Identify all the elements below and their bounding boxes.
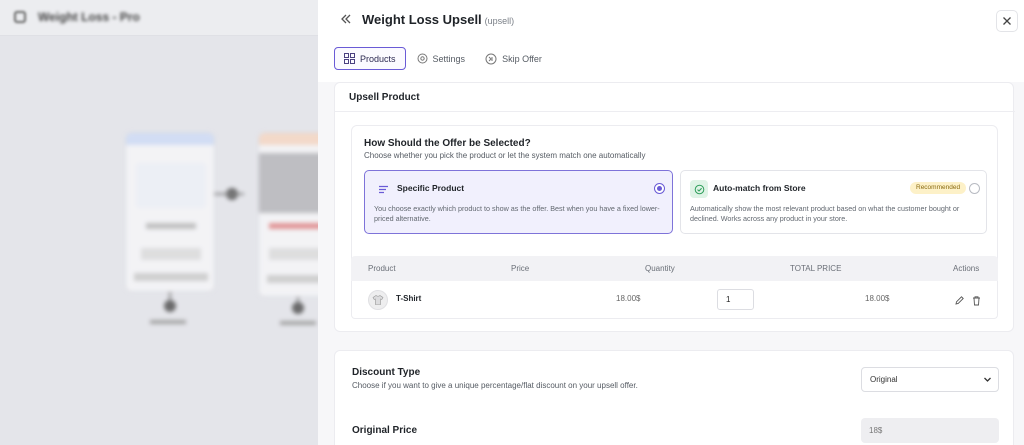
panel-title-text: Weight Loss Upsell	[362, 12, 482, 27]
tshirt-icon	[372, 295, 384, 305]
product-total-price: 18.00$	[865, 294, 890, 303]
option-specific-product-description: You choose exactly which product to show…	[374, 204, 660, 223]
column-price: Price	[511, 264, 530, 273]
option-auto-match-radio[interactable]	[969, 183, 980, 194]
panel-tabs: Products Settings Skip Offer	[334, 47, 553, 71]
column-actions: Actions	[953, 264, 980, 273]
table-row: T-Shirt 18.00$ 1 18.00$	[351, 281, 998, 319]
recommended-badge: Recommended	[910, 182, 967, 194]
product-name: T-Shirt	[396, 294, 422, 303]
skip-icon	[485, 53, 497, 64]
option-auto-match-description: Automatically show the most relevant pro…	[690, 204, 960, 223]
offer-editor-panel: Weight Loss Upsell (upsell) Products Sett…	[318, 0, 1024, 445]
pencil-icon	[955, 296, 964, 305]
upsell-product-title: Upsell Product	[349, 92, 420, 103]
discount-card: Discount Type Choose if you want to give…	[334, 350, 1014, 445]
discount-type-value: Original	[870, 375, 898, 384]
canvas-back-icon	[14, 11, 26, 23]
option-specific-product-radio[interactable]	[654, 183, 665, 194]
trash-icon	[973, 296, 980, 306]
panel-title: Weight Loss Upsell (upsell)	[362, 12, 514, 27]
column-product: Product	[368, 264, 396, 273]
grid-icon	[344, 53, 355, 64]
tab-products-label: Products	[360, 53, 396, 64]
upsell-product-card: Upsell Product How Should the Offer be S…	[334, 82, 1015, 332]
workflow-canvas-background: Weight Loss - Pro	[0, 0, 318, 445]
quantity-input[interactable]: 1	[717, 289, 754, 310]
workflow-node	[125, 132, 215, 292]
option-specific-product[interactable]: Specific Product You choose exactly whic…	[364, 170, 673, 234]
product-price: 18.00$	[616, 294, 641, 303]
double-chevron-left-icon	[341, 14, 351, 24]
discount-type-select[interactable]: Original	[861, 367, 999, 392]
canvas-title: Weight Loss - Pro	[38, 10, 140, 24]
canvas-topbar: Weight Loss - Pro	[0, 0, 318, 36]
column-total-price: TOTAL PRICE	[790, 264, 842, 273]
chevron-down-icon	[984, 377, 991, 382]
tab-skip-offer[interactable]: Skip Offer	[476, 47, 551, 70]
discount-type-label: Discount Type	[352, 367, 421, 378]
option-specific-product-title: Specific Product	[397, 183, 465, 193]
tab-settings-label: Settings	[432, 53, 466, 64]
original-price-field: 18$	[861, 418, 999, 443]
check-circle-icon	[690, 180, 708, 198]
original-price-label: Original Price	[352, 425, 418, 436]
tab-products[interactable]: Products	[334, 47, 406, 70]
panel-type-tag: (upsell)	[484, 16, 515, 26]
delete-product-button[interactable]	[971, 293, 983, 306]
option-auto-match[interactable]: Auto-match from Store Recommended Automa…	[680, 170, 987, 234]
gear-icon	[417, 53, 428, 64]
list-icon	[374, 180, 392, 198]
product-table-header: Product Price Quantity TOTAL PRICE Actio…	[351, 256, 998, 281]
selection-subtitle: Choose whether you pick the product or l…	[364, 151, 646, 160]
product-thumbnail	[368, 290, 388, 310]
close-panel-button[interactable]	[996, 10, 1018, 32]
selection-title: How Should the Offer be Selected?	[364, 138, 531, 149]
panel-body: Upsell Product How Should the Offer be S…	[318, 82, 1024, 445]
edit-product-button[interactable]	[954, 293, 966, 305]
option-auto-match-title: Auto-match from Store	[713, 183, 806, 193]
tab-settings[interactable]: Settings	[408, 47, 475, 70]
tab-skip-offer-label: Skip Offer	[502, 53, 542, 64]
collapse-panel-button[interactable]	[338, 12, 354, 28]
close-icon	[1003, 17, 1011, 25]
column-quantity: Quantity	[645, 264, 675, 273]
panel-header: Weight Loss Upsell (upsell)	[318, 0, 1024, 40]
workflow-node	[258, 132, 318, 297]
discount-type-subtitle: Choose if you want to give a unique perc…	[352, 381, 638, 390]
